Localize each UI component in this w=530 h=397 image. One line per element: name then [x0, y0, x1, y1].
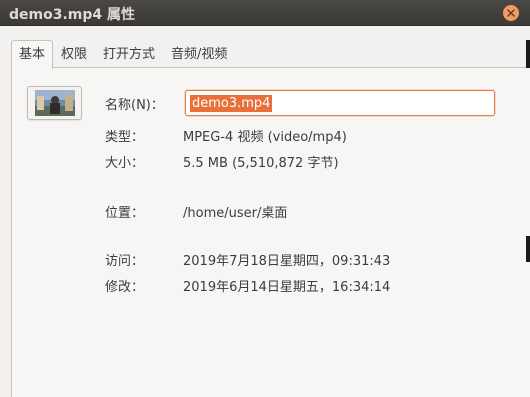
name-field-value[interactable]: demo3.mp4: [190, 95, 273, 112]
close-icon: [507, 9, 515, 17]
location-value: /home/user/桌面: [183, 206, 288, 221]
video-thumbnail-icon: [35, 90, 75, 116]
window-edge-shadow: [526, 40, 530, 68]
tab-basic[interactable]: 基本: [11, 40, 54, 69]
accessed-label: 访问：: [105, 254, 145, 269]
file-thumbnail-button[interactable]: [27, 86, 82, 120]
size-label: 大小：: [105, 156, 145, 171]
modified-label: 修改：: [105, 280, 145, 295]
tab-bar: 基本 权限 打开方式 音频/视频: [11, 40, 235, 69]
close-button[interactable]: [503, 5, 519, 21]
name-label: 名称(N)：: [105, 98, 164, 113]
type-label: 类型：: [105, 130, 145, 145]
type-value: MPEG-4 视频 (video/mp4): [183, 130, 347, 145]
window-titlebar[interactable]: demo3.mp4 属性: [0, 0, 530, 26]
properties-dialog: 基本 权限 打开方式 音频/视频 名称(N)： demo3.mp4 类型： MP…: [0, 26, 530, 397]
tab-audio-video[interactable]: 音频/视频: [163, 40, 235, 68]
tab-permissions[interactable]: 权限: [53, 40, 95, 68]
window-title: demo3.mp4 属性: [9, 7, 136, 23]
tab-open-with[interactable]: 打开方式: [95, 40, 163, 68]
accessed-value: 2019年7月18日星期四，09:31:43: [183, 254, 391, 269]
window-edge-shadow: [526, 236, 530, 262]
location-label: 位置：: [105, 206, 145, 221]
size-value: 5.5 MB (5,510,872 字节): [183, 156, 339, 171]
basic-panel: 名称(N)： demo3.mp4 类型： MPEG-4 视频 (video/mp…: [11, 67, 530, 397]
modified-value: 2019年6月14日星期五，16:34:14: [183, 280, 391, 295]
name-field[interactable]: demo3.mp4: [185, 90, 495, 116]
